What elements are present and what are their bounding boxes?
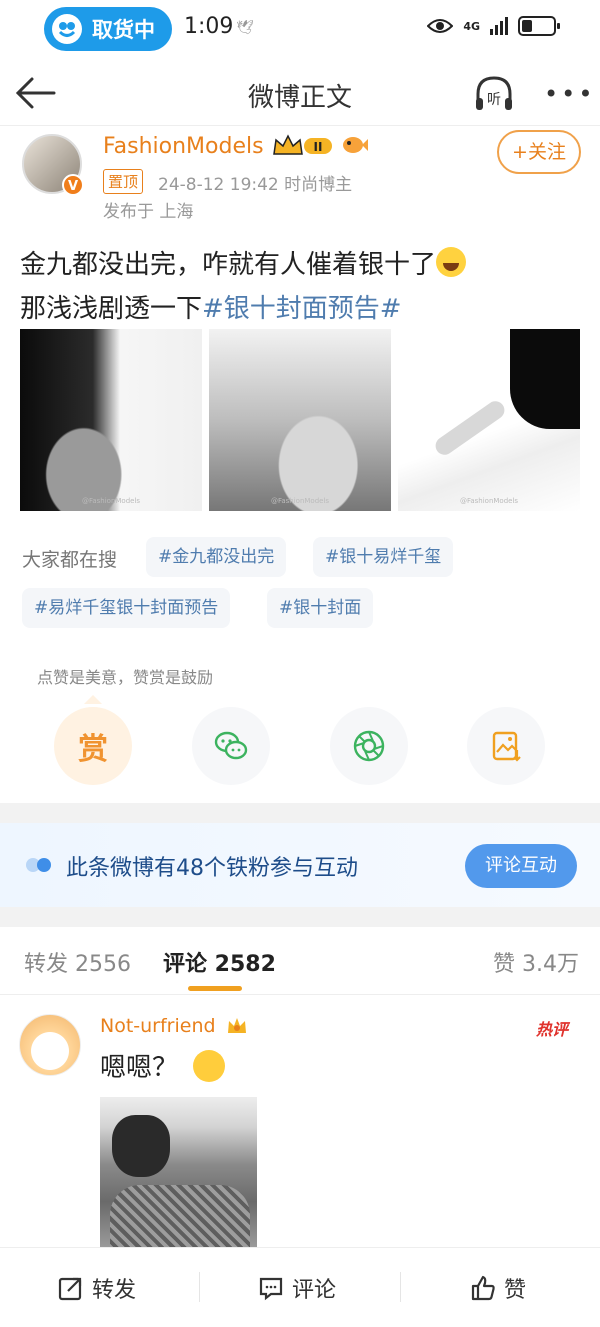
author-category: 时尚博主 bbox=[284, 175, 353, 195]
divider bbox=[400, 1272, 401, 1302]
photo-watermark: @FashionModels bbox=[81, 497, 141, 505]
post-location: 发布于 上海 bbox=[103, 202, 194, 222]
comment-interact-button[interactable]: 评论互动 bbox=[465, 844, 577, 888]
divider bbox=[199, 1272, 200, 1302]
repost-icon bbox=[58, 1277, 82, 1301]
title-bar: 微博正文 听 ••• bbox=[0, 60, 600, 126]
battery-icon bbox=[518, 16, 560, 36]
fan-fish-icon bbox=[343, 137, 368, 153]
iron-fans-banner: 此条微博有48个铁粉参与互动 评论互动 bbox=[0, 823, 600, 907]
more-options-icon[interactable]: ••• bbox=[544, 80, 595, 108]
listen-headphone-icon[interactable]: 听 bbox=[473, 74, 515, 114]
signal-icon bbox=[490, 17, 508, 35]
tab-comments[interactable]: 评论 2582 bbox=[163, 946, 276, 978]
engagement-tabs: 转发 2556 评论 2582 赞 3.4万 bbox=[0, 927, 600, 995]
search-chip[interactable]: #银十封面 bbox=[267, 588, 374, 628]
tab-active-indicator bbox=[188, 986, 242, 991]
comment-label: 评论 bbox=[292, 1278, 337, 1303]
post-timestamp: 24-8-12 19:42 bbox=[158, 175, 279, 195]
status-bar: 取货中 1:09 🕊 4G bbox=[0, 0, 600, 60]
post-photo-1[interactable]: @FashionModels bbox=[20, 329, 202, 511]
comment-button[interactable]: 评论 bbox=[258, 1272, 336, 1304]
bottom-action-bar: 转发 评论 赞 bbox=[0, 1247, 600, 1327]
moments-shutter-icon bbox=[353, 730, 385, 762]
reward-button[interactable]: 赏 bbox=[54, 707, 132, 785]
commenter-name[interactable]: Not-urfriend bbox=[100, 1015, 216, 1037]
photo-watermark: @FashionModels bbox=[270, 497, 330, 505]
repost-button[interactable]: 转发 bbox=[58, 1272, 136, 1304]
share-wechat-button[interactable] bbox=[192, 707, 270, 785]
delivery-status-pill[interactable]: 取货中 bbox=[44, 7, 172, 51]
reward-hint: 点赞是美意，赞赏是鼓励 bbox=[37, 668, 214, 687]
network-type: 4G bbox=[463, 19, 480, 33]
pinned-tag: 置顶 bbox=[103, 169, 144, 194]
post-photo-2[interactable]: @FashionModels bbox=[209, 329, 391, 511]
hot-comment-tag: 热评 bbox=[536, 1020, 569, 1039]
post-photo-3[interactable]: @FashionModels bbox=[398, 329, 580, 511]
member-crown-icon: II bbox=[273, 134, 332, 155]
search-chip[interactable]: #易烊千玺银十封面预告 bbox=[22, 588, 231, 628]
hint-pointer bbox=[84, 695, 102, 704]
member-level: II bbox=[314, 140, 323, 154]
fans-dots-icon bbox=[26, 858, 51, 872]
save-image-icon bbox=[492, 731, 521, 762]
delivery-status-label: 取货中 bbox=[92, 18, 155, 42]
comment-icon bbox=[259, 1277, 283, 1301]
laughing-emoji-icon bbox=[436, 247, 467, 277]
post-hashtag[interactable]: #银十封面预告# bbox=[202, 294, 402, 324]
post-text-line2: 那浅浅剧透一下 bbox=[20, 294, 203, 324]
photo-watermark: @FashionModels bbox=[459, 497, 519, 505]
save-image-button[interactable] bbox=[467, 707, 545, 785]
tab-repost[interactable]: 转发 2556 bbox=[24, 946, 131, 978]
reward-label: 赏 bbox=[78, 732, 108, 767]
like-button[interactable]: 赞 bbox=[470, 1272, 526, 1304]
follow-button[interactable]: +关注 bbox=[497, 130, 581, 174]
search-chip[interactable]: #银十易烊千玺 bbox=[313, 537, 454, 577]
post-text: 金九都没出完，咋就有人催着银十了 那浅浅剧透一下#银十封面预告# bbox=[20, 243, 585, 331]
listen-label: 听 bbox=[487, 92, 501, 108]
clock: 1:09 bbox=[184, 14, 234, 39]
post-meta: 24-8-12 19:42 时尚博主 bbox=[158, 170, 352, 195]
like-label: 赞 bbox=[504, 1278, 527, 1303]
eye-comfort-icon bbox=[427, 19, 454, 33]
author-name[interactable]: FashionModels bbox=[103, 134, 264, 159]
trending-search-label: 大家都在搜 bbox=[22, 549, 118, 571]
section-divider bbox=[0, 907, 600, 927]
photo-grid: @FashionModels @FashionModels @FashionMo… bbox=[20, 329, 582, 511]
post-text-line1: 金九都没出完，咋就有人催着银十了 bbox=[20, 250, 437, 280]
fans-banner-text: 此条微博有48个铁粉参与互动 bbox=[66, 856, 358, 881]
tab-likes[interactable]: 赞 3.4万 bbox=[493, 946, 579, 978]
commenter-avatar[interactable] bbox=[19, 1014, 81, 1076]
verified-badge: V bbox=[62, 174, 84, 196]
section-divider bbox=[0, 803, 600, 823]
comment-text: 嗯嗯？ bbox=[100, 1053, 179, 1083]
commenter-crown-icon bbox=[228, 1018, 246, 1033]
comment-image[interactable] bbox=[100, 1097, 257, 1247]
notification-icon: 🕊 bbox=[236, 20, 254, 36]
surprised-emoji-icon bbox=[193, 1050, 225, 1082]
system-indicators: 4G bbox=[427, 16, 560, 36]
repost-label: 转发 bbox=[92, 1278, 137, 1303]
search-chip[interactable]: #金九都没出完 bbox=[146, 537, 287, 577]
thumbs-up-icon bbox=[471, 1275, 495, 1301]
share-moments-button[interactable] bbox=[330, 707, 408, 785]
delivery-app-icon bbox=[52, 14, 82, 44]
wechat-icon bbox=[214, 731, 248, 760]
